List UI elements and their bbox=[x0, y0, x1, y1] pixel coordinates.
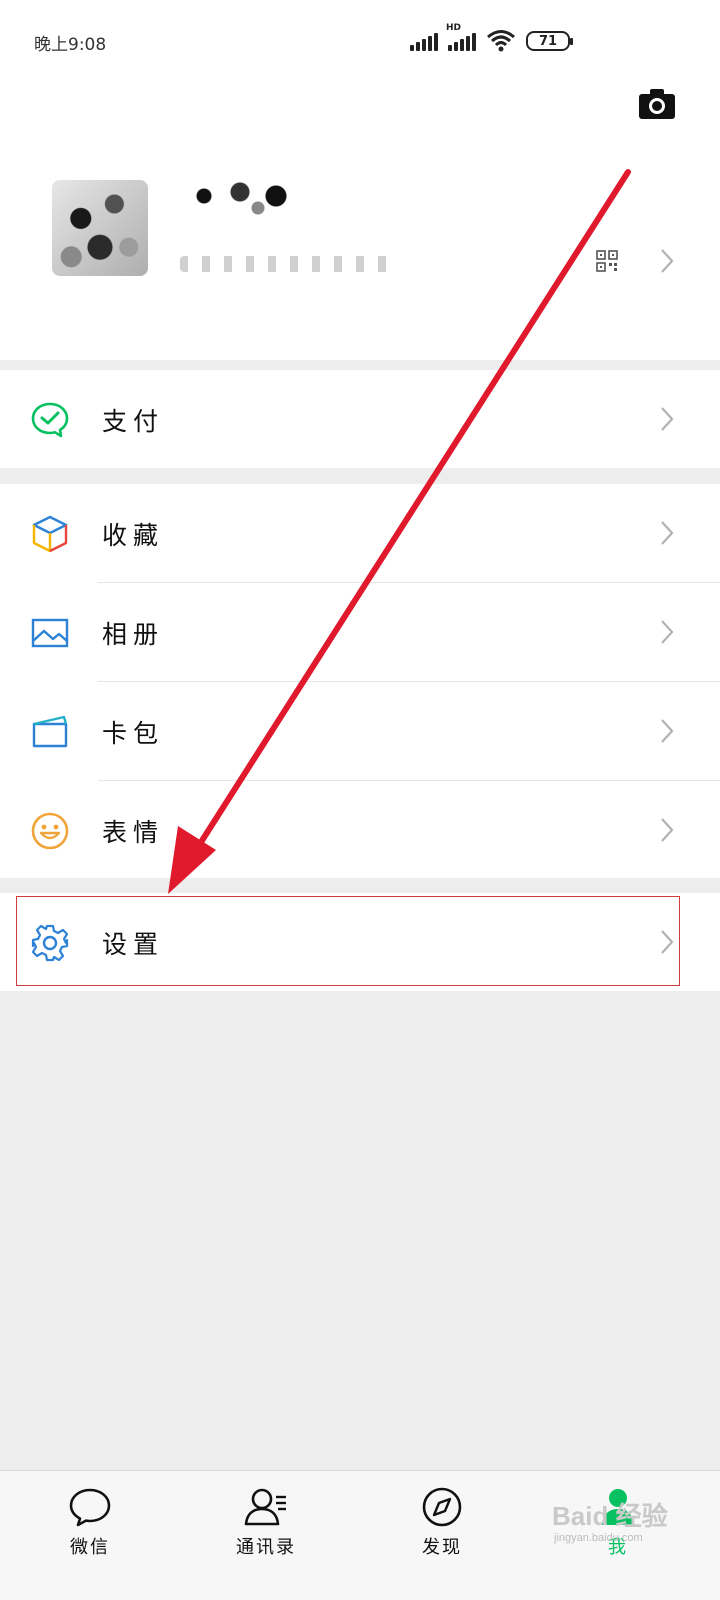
avatar[interactable] bbox=[52, 180, 148, 276]
tab-discover[interactable]: 发现 bbox=[352, 1471, 532, 1600]
status-icons: HD 71 bbox=[410, 23, 573, 56]
menu-group-settings: 设置 bbox=[0, 893, 720, 991]
tab-label: 发现 bbox=[422, 1537, 462, 1558]
menu-item-album[interactable]: 相册 bbox=[0, 583, 720, 682]
card-wallet-icon bbox=[32, 715, 68, 748]
menu-item-settings[interactable]: 设置 bbox=[0, 893, 720, 992]
menu-label-pay: 支付 bbox=[102, 406, 165, 436]
profile-header[interactable] bbox=[0, 88, 720, 360]
menu-item-pay[interactable]: 支付 bbox=[0, 370, 720, 469]
wechat-id-blurred bbox=[180, 256, 400, 272]
menu-label-favorites: 收藏 bbox=[102, 520, 165, 550]
qr-code-icon[interactable] bbox=[596, 250, 618, 272]
smiley-icon bbox=[31, 812, 69, 850]
menu-label-album: 相册 bbox=[102, 619, 165, 649]
chevron-right-icon bbox=[661, 930, 674, 954]
hd-label: HD bbox=[446, 23, 462, 33]
wifi-icon bbox=[487, 30, 515, 52]
menu-item-favorites[interactable]: 收藏 bbox=[0, 484, 720, 583]
image-icon bbox=[31, 618, 69, 648]
menu-label-settings: 设置 bbox=[102, 929, 165, 959]
tab-chats[interactable]: 微信 bbox=[0, 1471, 180, 1600]
tab-contacts[interactable]: 通讯录 bbox=[176, 1471, 356, 1600]
watermark-sub: jingyan.baidu.com bbox=[554, 1532, 643, 1544]
cube-icon bbox=[32, 515, 68, 553]
chevron-right-icon bbox=[661, 407, 674, 431]
chevron-right-icon bbox=[661, 719, 674, 743]
tab-label: 通讯录 bbox=[236, 1537, 296, 1558]
tab-label: 微信 bbox=[70, 1537, 110, 1558]
status-bar: 晚上9:08 HD 71 bbox=[0, 0, 720, 88]
wechat-pay-icon bbox=[31, 402, 69, 438]
gear-icon bbox=[31, 924, 69, 962]
menu-label-stickers: 表情 bbox=[102, 817, 165, 847]
menu-label-cards: 卡包 bbox=[102, 718, 165, 748]
camera-icon[interactable] bbox=[638, 88, 676, 120]
compass-icon bbox=[422, 1487, 462, 1527]
menu-item-cards[interactable]: 卡包 bbox=[0, 682, 720, 781]
chevron-right-icon bbox=[661, 818, 674, 842]
battery-indicator: 71 bbox=[526, 31, 573, 51]
hd-signal-icon: HD bbox=[446, 23, 476, 51]
chevron-right-icon bbox=[661, 521, 674, 545]
nickname-blurred bbox=[186, 176, 306, 216]
menu-group-pay: 支付 bbox=[0, 370, 720, 468]
chevron-right-icon bbox=[661, 620, 674, 644]
battery-level: 71 bbox=[538, 33, 558, 49]
watermark-main: Baid 经验 bbox=[552, 1501, 668, 1531]
contacts-icon bbox=[244, 1488, 286, 1526]
baidu-jingyan-watermark: Baid 经验 jingyan.baidu.com bbox=[552, 1496, 702, 1556]
chat-bubble-icon bbox=[69, 1488, 111, 1527]
menu-group-main: 收藏 相册 卡包 表情 bbox=[0, 484, 720, 878]
chevron-right-icon bbox=[661, 249, 674, 273]
menu-item-stickers[interactable]: 表情 bbox=[0, 781, 720, 880]
cell-signal-icon bbox=[410, 31, 438, 51]
status-time: 晚上9:08 bbox=[34, 35, 107, 55]
